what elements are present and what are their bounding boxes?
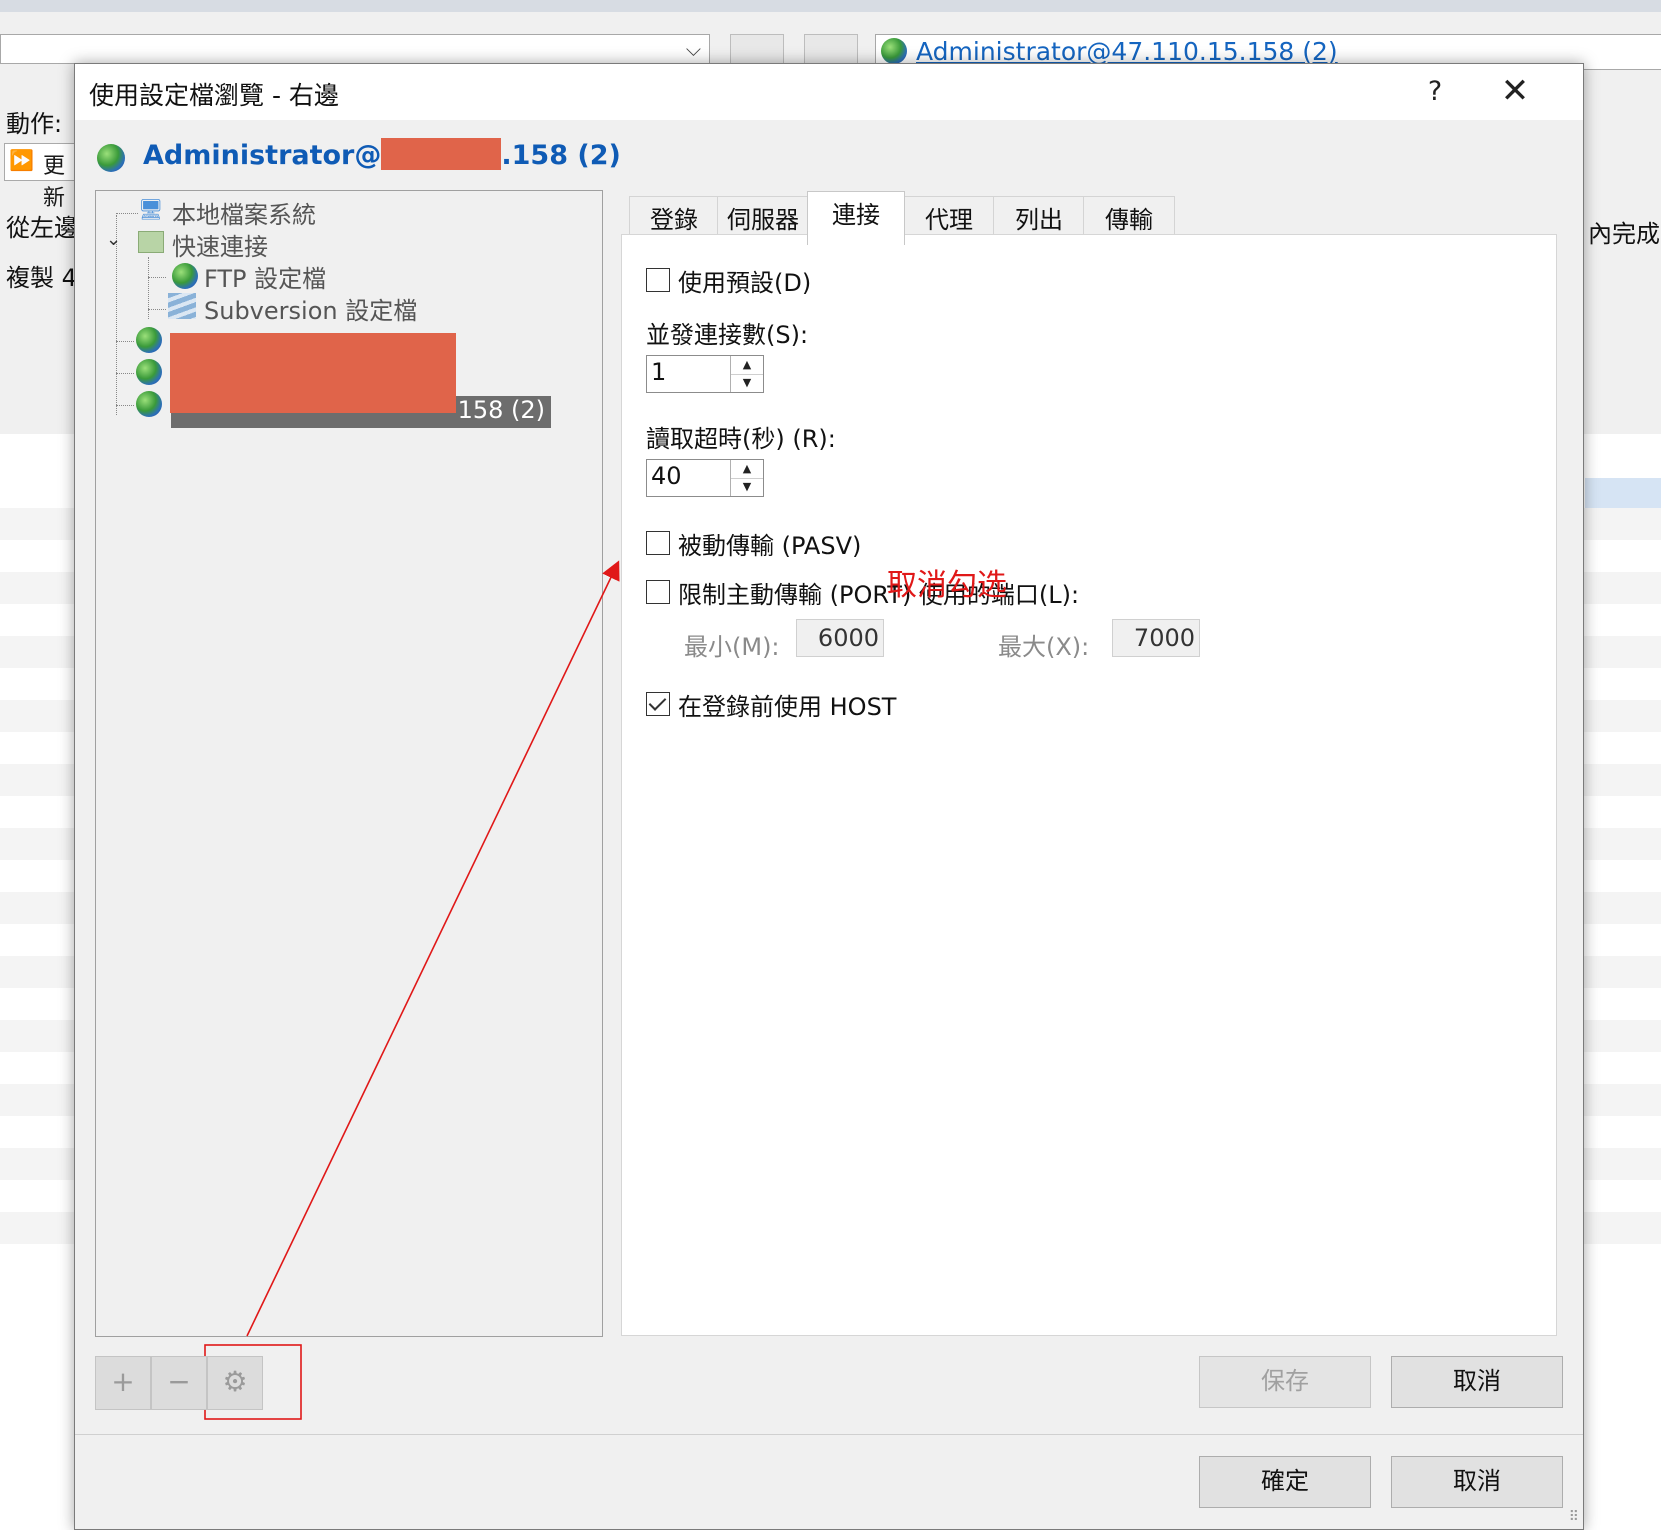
add-profile-button[interactable]: + (95, 1356, 151, 1410)
app-title-strip (0, 0, 1661, 12)
save-button[interactable]: 保存 (1199, 1356, 1371, 1408)
copy-label: 複製 4 (6, 264, 77, 292)
chevron-down-icon[interactable]: ⌵ (686, 37, 701, 61)
annotation-arrow (204, 560, 620, 1420)
globe-icon (881, 38, 907, 64)
cancel-profile-button[interactable]: 取消 (1391, 1356, 1563, 1408)
profile-browser-dialog: 使用設定檔瀏覽 - 右邊 ? ✕ Administrator@ .158 (2) … (74, 63, 1584, 1530)
done-label: 內完成 (1588, 220, 1660, 248)
path-combo[interactable]: ⌵ (0, 34, 710, 64)
divider (75, 1434, 1583, 1435)
tab-connection[interactable]: 連接 (807, 191, 905, 245)
resize-grip-icon[interactable]: ⠿ (1569, 1509, 1579, 1525)
selected-list-row[interactable] (1585, 478, 1661, 508)
action-label: 動作: (6, 110, 63, 138)
cancel-button[interactable]: 取消 (1391, 1456, 1563, 1508)
ok-button[interactable]: 確定 (1199, 1456, 1371, 1508)
from-left-label: 從左邊 (6, 214, 78, 242)
fast-forward-icon: ⏩ (9, 148, 34, 172)
gear-icon[interactable]: ⚙ (207, 1356, 263, 1410)
session-label[interactable]: Administrator@47.110.15.158 (2) (916, 37, 1338, 66)
remove-profile-button[interactable]: − (151, 1356, 207, 1410)
